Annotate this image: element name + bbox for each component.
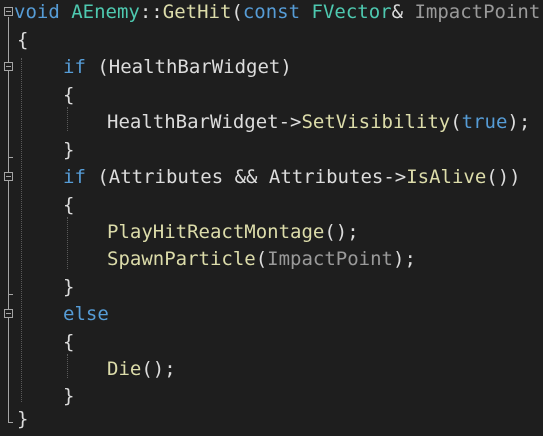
code-editor[interactable]: void AEnemy::GetHit(const FVector& Impac… bbox=[0, 0, 543, 436]
code-line-8[interactable]: { bbox=[63, 192, 74, 220]
collapse-function-icon[interactable] bbox=[4, 7, 13, 16]
if-condition: (Attributes && Attributes-> bbox=[97, 166, 407, 188]
keyword-else: else bbox=[63, 303, 109, 325]
indent-guide bbox=[67, 354, 68, 378]
collapse-else-icon[interactable] bbox=[4, 309, 13, 318]
code-line-5[interactable]: HealthBarWidget->SetVisibility(true); bbox=[107, 109, 530, 137]
code-line-4[interactable]: { bbox=[63, 82, 74, 110]
fold-end-marker bbox=[8, 294, 13, 295]
open-brace: { bbox=[63, 84, 75, 106]
keyword-if: if bbox=[63, 56, 86, 78]
keyword-const: const bbox=[242, 1, 301, 23]
open-paren: ( bbox=[450, 111, 462, 133]
class-name: AEnemy bbox=[71, 1, 140, 23]
call-suffix: (); bbox=[324, 221, 359, 243]
param-type: FVector bbox=[311, 1, 392, 23]
indent-guide bbox=[67, 217, 68, 269]
code-line-10[interactable]: SpawnParticle(ImpactPoint); bbox=[107, 246, 416, 274]
open-brace: { bbox=[63, 331, 75, 353]
code-line-16[interactable]: } bbox=[17, 406, 28, 434]
function-call: Die bbox=[107, 358, 142, 380]
fold-end-marker bbox=[8, 422, 13, 423]
close-brace: } bbox=[63, 139, 75, 161]
close-brace: } bbox=[17, 408, 29, 430]
condition-end: ()) bbox=[486, 166, 521, 188]
close-paren-semicolon: ); bbox=[507, 111, 531, 133]
fold-end-marker bbox=[8, 157, 13, 158]
code-line-11[interactable]: } bbox=[63, 274, 74, 302]
method-call: IsAlive bbox=[406, 166, 487, 188]
code-line-15[interactable]: } bbox=[63, 383, 74, 411]
method-call: SetVisibility bbox=[301, 111, 451, 133]
keyword-void: void bbox=[14, 1, 60, 23]
keyword-if: if bbox=[63, 166, 86, 188]
function-name: GetHit bbox=[162, 1, 232, 23]
code-line-14[interactable]: Die(); bbox=[107, 356, 176, 384]
open-paren: ( bbox=[255, 248, 268, 270]
function-call: PlayHitReactMontage bbox=[107, 221, 325, 243]
function-call: SpawnParticle bbox=[107, 248, 256, 270]
indent-guide bbox=[21, 58, 22, 402]
call-suffix: (); bbox=[141, 358, 176, 380]
open-brace: { bbox=[17, 29, 29, 51]
reference-symbol: & bbox=[391, 1, 404, 23]
close-brace: } bbox=[63, 276, 75, 298]
code-line-1[interactable]: void AEnemy::GetHit(const FVector& Impac… bbox=[14, 0, 543, 27]
argument: ImpactPoint bbox=[267, 248, 394, 270]
open-brace: { bbox=[63, 194, 75, 216]
scope-operator: :: bbox=[139, 1, 163, 23]
keyword-true: true bbox=[461, 111, 508, 133]
code-line-3[interactable]: if (HealthBarWidget) bbox=[63, 54, 292, 82]
arrow-operator: -> bbox=[278, 111, 302, 133]
object-name: HealthBarWidget bbox=[107, 111, 279, 133]
code-line-12[interactable]: else bbox=[63, 301, 109, 329]
code-line-7[interactable]: if (Attributes && Attributes->IsAlive()) bbox=[63, 164, 521, 192]
fold-guide-line bbox=[8, 17, 9, 422]
collapse-if-attributes-icon[interactable] bbox=[4, 172, 13, 181]
code-line-6[interactable]: } bbox=[63, 137, 74, 165]
indent-guide bbox=[67, 107, 68, 131]
if-condition: (HealthBarWidget) bbox=[97, 56, 292, 78]
param-name: ImpactPoint bbox=[414, 1, 541, 23]
code-line-13[interactable]: { bbox=[63, 329, 74, 357]
collapse-if-healthbar-icon[interactable] bbox=[4, 62, 13, 71]
code-line-2[interactable]: { bbox=[17, 27, 28, 55]
close-paren-semicolon: ); bbox=[393, 248, 416, 270]
close-brace: } bbox=[63, 385, 75, 407]
code-line-9[interactable]: PlayHitReactMontage(); bbox=[107, 219, 359, 247]
open-paren: ( bbox=[231, 1, 243, 23]
